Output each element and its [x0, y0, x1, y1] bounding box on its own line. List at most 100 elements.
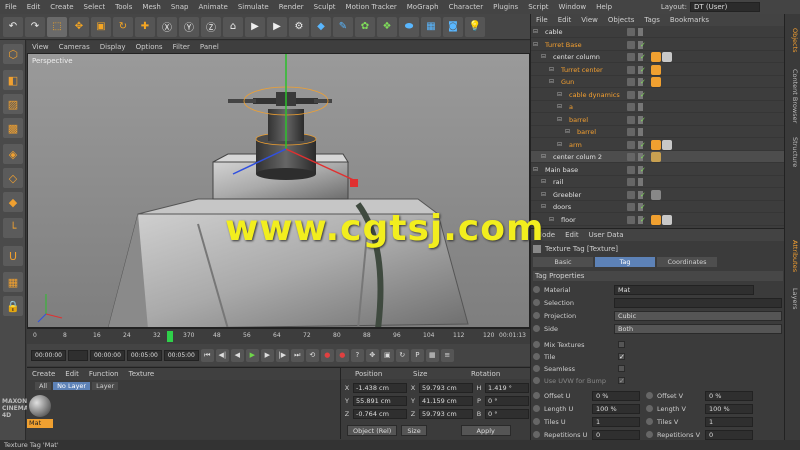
expand-icon[interactable]: ⊟ [541, 51, 546, 63]
material-menu-create[interactable]: Create [27, 370, 60, 378]
rotation-field[interactable]: 0 ° [485, 408, 529, 419]
cube-icon[interactable]: ◆ [311, 16, 331, 37]
go-to-start-icon[interactable]: ⏮ [200, 348, 214, 362]
tag-icon[interactable] [651, 52, 661, 62]
menu-item-select[interactable]: Select [79, 3, 111, 11]
object-name[interactable]: cable [545, 26, 563, 38]
object-row[interactable]: ⊟ Greebler ✓ [531, 189, 785, 201]
offset-v-field[interactable]: 0 % [705, 390, 753, 401]
pla-key-icon[interactable]: ▦ [425, 348, 439, 362]
uvw-anim-dot[interactable] [533, 377, 540, 384]
tab-structure[interactable]: Structure [787, 132, 799, 172]
menu-item-help[interactable]: Help [591, 3, 617, 11]
object-name[interactable]: barrel [577, 126, 596, 138]
tiles-u-anim-dot[interactable] [533, 418, 540, 425]
object-row[interactable]: ⊟ a [531, 101, 785, 113]
viewport-menu-options[interactable]: Options [131, 43, 168, 51]
param-key-icon[interactable]: P [410, 348, 424, 362]
menu-item-mesh[interactable]: Mesh [137, 3, 165, 11]
end-time-field[interactable]: 00:05:00 [163, 349, 199, 361]
edges-mode-icon[interactable]: ◇ [3, 168, 23, 188]
autokey-icon[interactable]: ● [335, 348, 349, 362]
enabled-check-icon[interactable]: ✓ [640, 189, 646, 201]
material-menu-texture[interactable]: Texture [124, 370, 160, 378]
object-name[interactable]: Greebler [553, 189, 581, 201]
object-menu-bookmarks[interactable]: Bookmarks [665, 16, 714, 24]
offset-u-anim-dot[interactable] [533, 392, 540, 399]
object-name[interactable]: doors [553, 201, 571, 213]
object-menu-file[interactable]: File [531, 16, 553, 24]
tag-icon[interactable] [651, 77, 661, 87]
move-icon[interactable]: ✥ [69, 16, 89, 37]
projection-dropdown[interactable]: Cubic [614, 310, 782, 321]
material-anim-dot[interactable] [533, 286, 540, 293]
scale-key-icon[interactable]: ▣ [380, 348, 394, 362]
menu-item-simulate[interactable]: Simulate [233, 3, 274, 11]
model-mode-icon[interactable]: ◧ [3, 70, 23, 90]
rep-v-anim-dot[interactable] [646, 431, 653, 438]
rotation-field[interactable]: 1.419 ° [485, 382, 529, 393]
record-icon[interactable]: ● [320, 348, 334, 362]
prev-frame-icon[interactable]: ◀ [230, 348, 244, 362]
grid-snap-icon[interactable]: ▦ [3, 272, 23, 292]
enabled-check-icon[interactable]: ✓ [640, 151, 646, 163]
tab-attributes[interactable]: Attributes [787, 234, 799, 278]
layer-icon[interactable] [627, 115, 635, 124]
seamless-anim-dot[interactable] [533, 365, 540, 372]
go-to-end-icon[interactable]: ⏭ [290, 348, 304, 362]
z-axis-icon[interactable]: Ⓩ [201, 16, 221, 37]
visibility-dots[interactable] [638, 103, 643, 111]
enabled-check-icon[interactable]: ✓ [640, 164, 646, 176]
mix-anim-dot[interactable] [533, 341, 540, 348]
object-row[interactable]: ⊟ Main base ✓ [531, 164, 785, 176]
next-frame-icon[interactable]: ▶ [260, 348, 274, 362]
tag-icon[interactable] [662, 214, 672, 225]
render-picture-icon[interactable]: ▶ [267, 16, 287, 37]
tag-icon[interactable] [662, 52, 672, 62]
layer-icon[interactable] [627, 203, 635, 211]
layer-icon[interactable] [627, 103, 635, 111]
material-tab-all[interactable]: All [35, 381, 52, 390]
tag-icon[interactable] [651, 189, 661, 200]
polygons-mode-icon[interactable]: ◆ [3, 192, 23, 212]
expand-icon[interactable]: ⊟ [533, 164, 538, 176]
move-key-icon[interactable]: ✥ [365, 348, 379, 362]
attribute-menu-edit[interactable]: Edit [560, 231, 584, 239]
position-field[interactable]: 55.891 cm [353, 395, 407, 406]
lock-icon[interactable]: 🔒 [3, 296, 23, 316]
enabled-check-icon[interactable]: ✓ [640, 114, 646, 126]
object-name[interactable]: center column [553, 51, 600, 63]
object-menu-view[interactable]: View [576, 16, 603, 24]
enabled-check-icon[interactable]: ✓ [640, 76, 646, 88]
rep-v-field[interactable]: 0 [705, 429, 753, 440]
length-u-anim-dot[interactable] [533, 405, 540, 412]
layer-icon[interactable] [627, 90, 635, 99]
object-name[interactable]: cable dynamics [569, 89, 620, 101]
rep-u-field[interactable]: 0 [592, 429, 640, 440]
offset-v-anim-dot[interactable] [646, 392, 653, 399]
enabled-check-icon[interactable]: ✓ [640, 39, 646, 51]
tag-icon[interactable] [651, 214, 661, 225]
object-name[interactable]: Main base [545, 164, 578, 176]
material-menu-edit[interactable]: Edit [60, 370, 84, 378]
object-row[interactable]: ⊟ Turret Base ✓ [531, 39, 785, 51]
material-menu-function[interactable]: Function [84, 370, 124, 378]
object-row[interactable]: ⊟ center column ✓ [531, 51, 785, 63]
object-row[interactable]: ⊟ doors ✓ [531, 201, 785, 213]
redo-icon[interactable]: ↷ [25, 16, 45, 37]
expand-icon[interactable]: ⊟ [557, 114, 562, 126]
expand-icon[interactable]: ⊟ [549, 64, 554, 76]
position-field[interactable]: -0.764 cm [353, 408, 407, 419]
menu-item-render[interactable]: Render [274, 3, 309, 11]
attribute-menu-user-data[interactable]: User Data [584, 231, 629, 239]
object-name[interactable]: rail [553, 176, 563, 188]
subdivision-icon[interactable]: ✿ [355, 16, 375, 37]
visibility-dots[interactable] [638, 178, 643, 186]
expand-icon[interactable]: ⊟ [541, 176, 546, 188]
start-time-field[interactable]: 00:00:00 [31, 349, 66, 361]
menu-item-mograph[interactable]: MoGraph [402, 3, 444, 11]
expand-icon[interactable]: ⊟ [557, 101, 562, 113]
object-name[interactable]: a [569, 101, 573, 113]
expand-icon[interactable]: ⊟ [549, 214, 554, 226]
expand-icon[interactable]: ⊟ [565, 126, 570, 138]
